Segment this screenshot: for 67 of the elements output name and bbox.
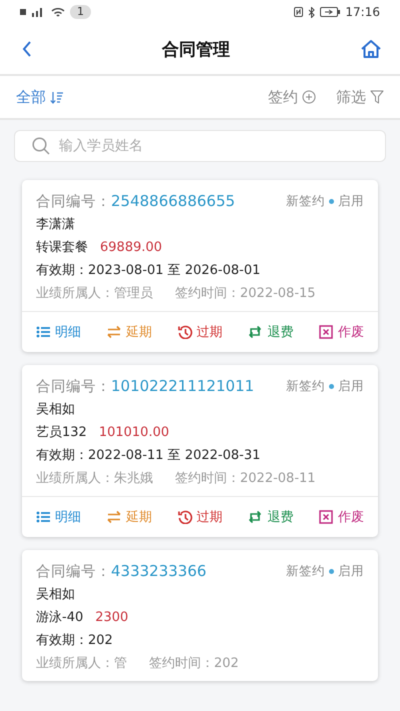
validity-period: 有效期：202 [36,632,114,650]
scope-dropdown[interactable]: 全部 [16,88,64,106]
action-button[interactable]: 延期 [106,323,152,341]
action-button[interactable]: 过期 [178,323,222,341]
status-label: 启用 [338,378,364,395]
action-button[interactable]: 延期 [106,508,152,526]
action-button[interactable]: 明细 [36,323,81,341]
filter-button[interactable]: 筛选 [336,88,384,106]
repeat-icon [248,325,264,339]
plus-circle-icon [302,90,316,104]
action-button[interactable]: 退费 [248,323,294,341]
contract-type: 新签约 [286,193,325,210]
contract-number: 101022211121011 [111,377,254,395]
sign-button[interactable]: 签约 [268,88,316,106]
contract-number-label: 合同编号： [36,564,111,580]
page-title: 合同管理 [162,38,230,60]
swap-arrows-icon [106,510,122,524]
student-name: 吴相如 [36,401,76,419]
validity-period: 有效期：2022-08-11 至 2022-08-31 [36,447,262,465]
list-icon [36,510,51,524]
product-name: 游泳-40 [36,610,84,625]
x-square-icon [319,325,334,339]
x-square-icon [319,510,334,524]
action-button[interactable]: 退费 [248,508,294,526]
sign-time: 签约时间：202 [149,656,239,671]
action-button[interactable]: 作废 [319,323,364,341]
student-name: 吴相如 [36,586,76,604]
price: 101010.00 [98,425,170,440]
price: 2300 [95,610,128,625]
contract-type: 新签约 [286,378,325,395]
home-icon [360,39,382,59]
notification-badge: 1 [70,5,91,19]
clock: 17:16 [345,5,380,19]
funnel-icon [370,90,384,104]
contract-number-label: 合同编号： [36,194,111,210]
swap-arrows-icon [106,325,122,339]
product-name: 转课套餐 [36,240,88,255]
wifi-icon [51,6,65,18]
search-field[interactable]: 输入学员姓名 [14,130,386,162]
battery-icon [320,7,340,17]
contract-number: 4333233366 [111,562,206,580]
validity-period: 有效期：2023-08-01 至 2026-08-01 [36,262,262,280]
sort-icon [50,90,64,104]
student-name: 李潇潇 [36,216,76,234]
contract-number-label: 合同编号： [36,379,111,395]
sign-time: 签约时间：2022-08-11 [175,471,316,486]
contract-type: 新签约 [286,563,325,580]
action-button[interactable]: 过期 [178,508,222,526]
owner: 业绩所属人：管理员 [36,286,153,301]
bluetooth-icon [308,6,316,18]
contract-number: 2548866886655 [111,192,236,210]
back-icon [22,41,32,57]
product-name: 艺员132 [36,425,87,440]
sign-time: 签约时间：2022-08-15 [175,286,316,301]
nfc-icon [294,7,304,17]
history-icon [178,325,192,339]
search-icon [32,137,50,155]
action-button[interactable]: 明细 [36,508,81,526]
owner: 业绩所属人：朱兆娥 [36,471,153,486]
owner: 业绩所属人：管 [36,656,127,671]
repeat-icon [248,510,264,524]
status-label: 启用 [338,193,364,210]
action-button[interactable]: 作废 [319,508,364,526]
price: 69889.00 [100,240,162,255]
history-icon [178,510,192,524]
list-icon [36,325,51,339]
status-label: 启用 [338,563,364,580]
